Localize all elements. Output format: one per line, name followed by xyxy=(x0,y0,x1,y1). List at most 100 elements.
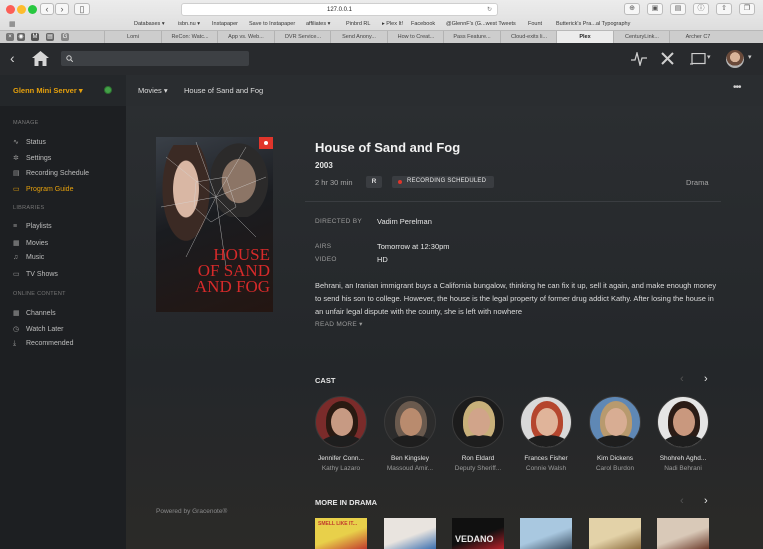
thumbnail-title: SMELL LIKE IT... xyxy=(318,521,358,527)
more-next-icon[interactable]: › xyxy=(704,495,708,507)
reload-icon[interactable]: ↻ xyxy=(487,4,492,16)
back-arrow-icon[interactable]: ‹ xyxy=(10,50,15,66)
pinned-tab-close[interactable]: × xyxy=(6,33,14,41)
read-more-link[interactable]: READ MORE ▾ xyxy=(315,320,363,328)
sidebar-item-tv-shows[interactable]: ▭ TV Shows xyxy=(13,270,58,278)
cast-name[interactable]: Kim Dickens xyxy=(577,455,653,462)
cast-prev-icon[interactable]: ‹ xyxy=(680,373,684,385)
cast-icon[interactable] xyxy=(690,53,706,65)
cast-photo[interactable] xyxy=(657,396,709,448)
bookmark-item[interactable]: @GlennF's (G...west Tweets xyxy=(446,21,516,27)
tabs-icon: ❐ xyxy=(743,5,751,12)
sidebar-toggle-button[interactable]: ▯ xyxy=(74,3,90,15)
address-bar[interactable]: 127.0.0.1 ↻ xyxy=(181,3,498,16)
tab-1[interactable]: ReCon: Watc... xyxy=(161,31,218,43)
tab-3[interactable]: DVR Service... xyxy=(274,31,331,43)
back-button[interactable]: ‹ xyxy=(40,3,54,15)
tools-icon[interactable] xyxy=(660,51,675,66)
cast-shoulders xyxy=(389,435,433,447)
cast-name[interactable]: Ron Eldard xyxy=(440,455,516,462)
server-selector[interactable]: Glenn Mini Server ▾ xyxy=(13,86,83,95)
cast-photo[interactable] xyxy=(315,396,367,448)
zoom-window-button[interactable] xyxy=(28,5,37,14)
sidebar-item-recording-schedule[interactable]: ▤ Recording Schedule xyxy=(13,169,89,177)
avatar[interactable] xyxy=(726,50,744,68)
bookmark-item[interactable]: isbn.nu ▾ xyxy=(178,21,200,27)
server-online-icon xyxy=(104,86,112,94)
more-prev-icon[interactable]: ‹ xyxy=(680,495,684,507)
drama-thumbnail[interactable] xyxy=(657,518,709,549)
drama-thumbnail[interactable]: SMELL LIKE IT... xyxy=(315,518,367,549)
forward-button[interactable]: › xyxy=(55,3,69,15)
info-button[interactable]: ⓘ xyxy=(693,3,709,15)
pinned-tab-2[interactable]: M xyxy=(31,33,39,41)
bookmark-item[interactable]: Databases ▾ xyxy=(134,21,165,27)
more-options-icon[interactable]: ••• xyxy=(733,82,741,93)
search-input[interactable] xyxy=(61,51,249,66)
recording-scheduled-badge[interactable]: RECORDING SCHEDULED xyxy=(392,176,494,188)
bookmark-item[interactable]: Butterick's Pra...al Typography xyxy=(556,21,630,27)
sidebar-item-recommended[interactable]: ⤓ Recommended xyxy=(13,340,73,348)
tabs-overview-button[interactable]: ❐ xyxy=(739,3,755,15)
sidebar-item-playlists[interactable]: ≡ Playlists xyxy=(13,223,52,230)
cast-name[interactable]: Frances Fisher xyxy=(508,455,584,462)
tab-10[interactable]: Archer C7 xyxy=(669,31,726,43)
pinned-tab-4[interactable]: G xyxy=(61,33,69,41)
cast-name[interactable]: Jennifer Conn... xyxy=(303,455,379,462)
cast-photo[interactable] xyxy=(520,396,572,448)
bookmark-item[interactable]: Save to Instapaper xyxy=(249,21,295,27)
movie-genre[interactable]: Drama xyxy=(686,178,709,187)
cast-name[interactable]: Shohreh Aghd... xyxy=(645,455,721,462)
tab-8[interactable]: Plex xyxy=(556,31,613,43)
minimize-window-button[interactable] xyxy=(17,5,26,14)
chevron-left-icon: ‹ xyxy=(45,4,49,14)
close-window-button[interactable] xyxy=(6,5,15,14)
cast-photo[interactable] xyxy=(589,396,641,448)
tab-2[interactable]: App vs. Web... xyxy=(217,31,274,43)
sidebar-item-music[interactable]: ♫ Music xyxy=(13,254,44,261)
activity-icon[interactable] xyxy=(631,52,647,66)
sidebar-item-settings[interactable]: ✲ Settings xyxy=(13,154,51,162)
drama-thumbnail[interactable] xyxy=(520,518,572,549)
drama-thumbnail[interactable]: VEDANO xyxy=(452,518,504,549)
drama-thumbnail[interactable] xyxy=(589,518,641,549)
tab-9[interactable]: CenturyLink... xyxy=(613,31,670,43)
lock-extension-button[interactable]: ▣ xyxy=(647,3,663,15)
pulse-icon: ∿ xyxy=(13,139,19,146)
cast-face xyxy=(605,408,627,436)
share-button[interactable]: ⇧ xyxy=(716,3,732,15)
cast-name[interactable]: Ben Kingsley xyxy=(372,455,448,462)
home-icon[interactable] xyxy=(32,51,49,66)
reader-button[interactable]: ▤ xyxy=(670,3,686,15)
movie-poster[interactable]: HOUSE OF SAND AND FOG xyxy=(156,137,273,312)
airs-value: Tomorrow at 12:30pm xyxy=(377,242,450,251)
sidebar-item-program-guide[interactable]: ▭ Program Guide xyxy=(13,185,73,193)
tab-6[interactable]: Pass Feature... xyxy=(443,31,500,43)
pinned-tab-3[interactable]: ▤ xyxy=(46,33,54,41)
tab-0[interactable]: Lomi xyxy=(104,31,161,43)
sidebar-item-status[interactable]: ∿ Status xyxy=(13,138,46,146)
pinned-tab-1[interactable]: ◉ xyxy=(17,33,25,41)
avatar-chevron-icon[interactable]: ▾ xyxy=(748,53,752,61)
cast-next-icon[interactable]: › xyxy=(704,373,708,385)
download-button[interactable]: ⊕ xyxy=(624,3,640,15)
tab-4[interactable]: Send Anony... xyxy=(330,31,387,43)
bookmark-item[interactable]: affiliates ▾ xyxy=(306,21,330,27)
bookmark-item[interactable]: Fount xyxy=(528,21,542,27)
sidebar-item-watch-later[interactable]: ◷ Watch Later xyxy=(13,325,63,333)
tab-7[interactable]: Cloud-exits li... xyxy=(500,31,557,43)
drama-thumbnail[interactable] xyxy=(384,518,436,549)
bookmark-item[interactable]: Pinbrd RL xyxy=(346,21,370,27)
sidebar-item-channels[interactable]: ▦ Channels xyxy=(13,309,56,317)
sidebar-item-movies[interactable]: ▦ Movies xyxy=(13,239,48,247)
bookmark-item[interactable]: Facebook xyxy=(411,21,435,27)
tab-5[interactable]: How to Creat... xyxy=(387,31,444,43)
grid-icon[interactable]: ▦ xyxy=(9,20,16,28)
cast-role: Kathy Lazaro xyxy=(321,465,361,472)
cast-photo[interactable] xyxy=(384,396,436,448)
bookmark-item[interactable]: Instapaper xyxy=(212,21,238,27)
breadcrumb-section[interactable]: Movies ▾ xyxy=(138,86,168,95)
director-value[interactable]: Vadim Perelman xyxy=(377,217,432,226)
cast-photo[interactable] xyxy=(452,396,504,448)
bookmark-item[interactable]: ▸ Plex It! xyxy=(382,21,403,27)
